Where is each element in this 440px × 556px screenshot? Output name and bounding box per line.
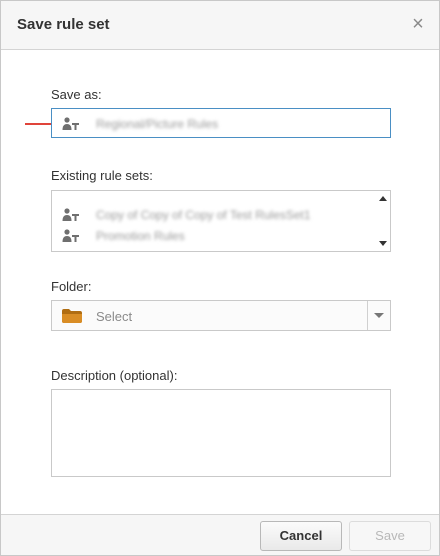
save-as-input[interactable]: Regional/Picture Rules: [51, 108, 391, 138]
chevron-down-icon[interactable]: [374, 313, 384, 318]
dialog-titlebar: Save rule set ×: [1, 1, 439, 50]
ruleset-icon: [62, 229, 79, 242]
list-item[interactable]: Copy of Copy of Copy of Test RulesSet1: [52, 191, 376, 222]
save-button[interactable]: Save: [349, 521, 431, 551]
save-as-value[interactable]: Regional/Picture Rules: [96, 117, 218, 131]
ruleset-icon: [62, 208, 79, 221]
select-divider: [367, 301, 368, 330]
cancel-button[interactable]: Cancel: [260, 521, 342, 551]
list-item-label: Copy of Copy of Copy of Test RulesSet1: [96, 208, 311, 222]
scroll-down-arrow-icon[interactable]: [379, 241, 387, 246]
list-item[interactable]: Promotion Rules: [52, 221, 376, 251]
list-scrollbar[interactable]: [376, 191, 390, 251]
save-as-label: Save as:: [51, 87, 102, 102]
dialog-title: Save rule set: [17, 16, 110, 33]
scroll-up-arrow-icon[interactable]: [379, 196, 387, 201]
folder-select-value[interactable]: Select: [96, 309, 132, 324]
save-rule-set-dialog: Save rule set × Save as: Regional/Pictur…: [0, 0, 440, 556]
description-label: Description (optional):: [51, 368, 178, 383]
close-button[interactable]: ×: [409, 14, 427, 34]
folder-select[interactable]: Select: [51, 300, 391, 331]
dialog-footer: Cancel Save: [1, 514, 439, 555]
existing-rule-sets-list[interactable]: Copy of Copy of Copy of Test RulesSet1 P…: [51, 190, 391, 252]
existing-rule-sets-label: Existing rule sets:: [51, 168, 153, 183]
description-textarea[interactable]: [51, 389, 391, 477]
folder-label: Folder:: [51, 279, 92, 294]
ruleset-icon: [62, 117, 79, 130]
folder-icon: [62, 309, 82, 323]
close-icon[interactable]: ×: [412, 13, 424, 35]
list-item-label: Promotion Rules: [96, 229, 185, 243]
